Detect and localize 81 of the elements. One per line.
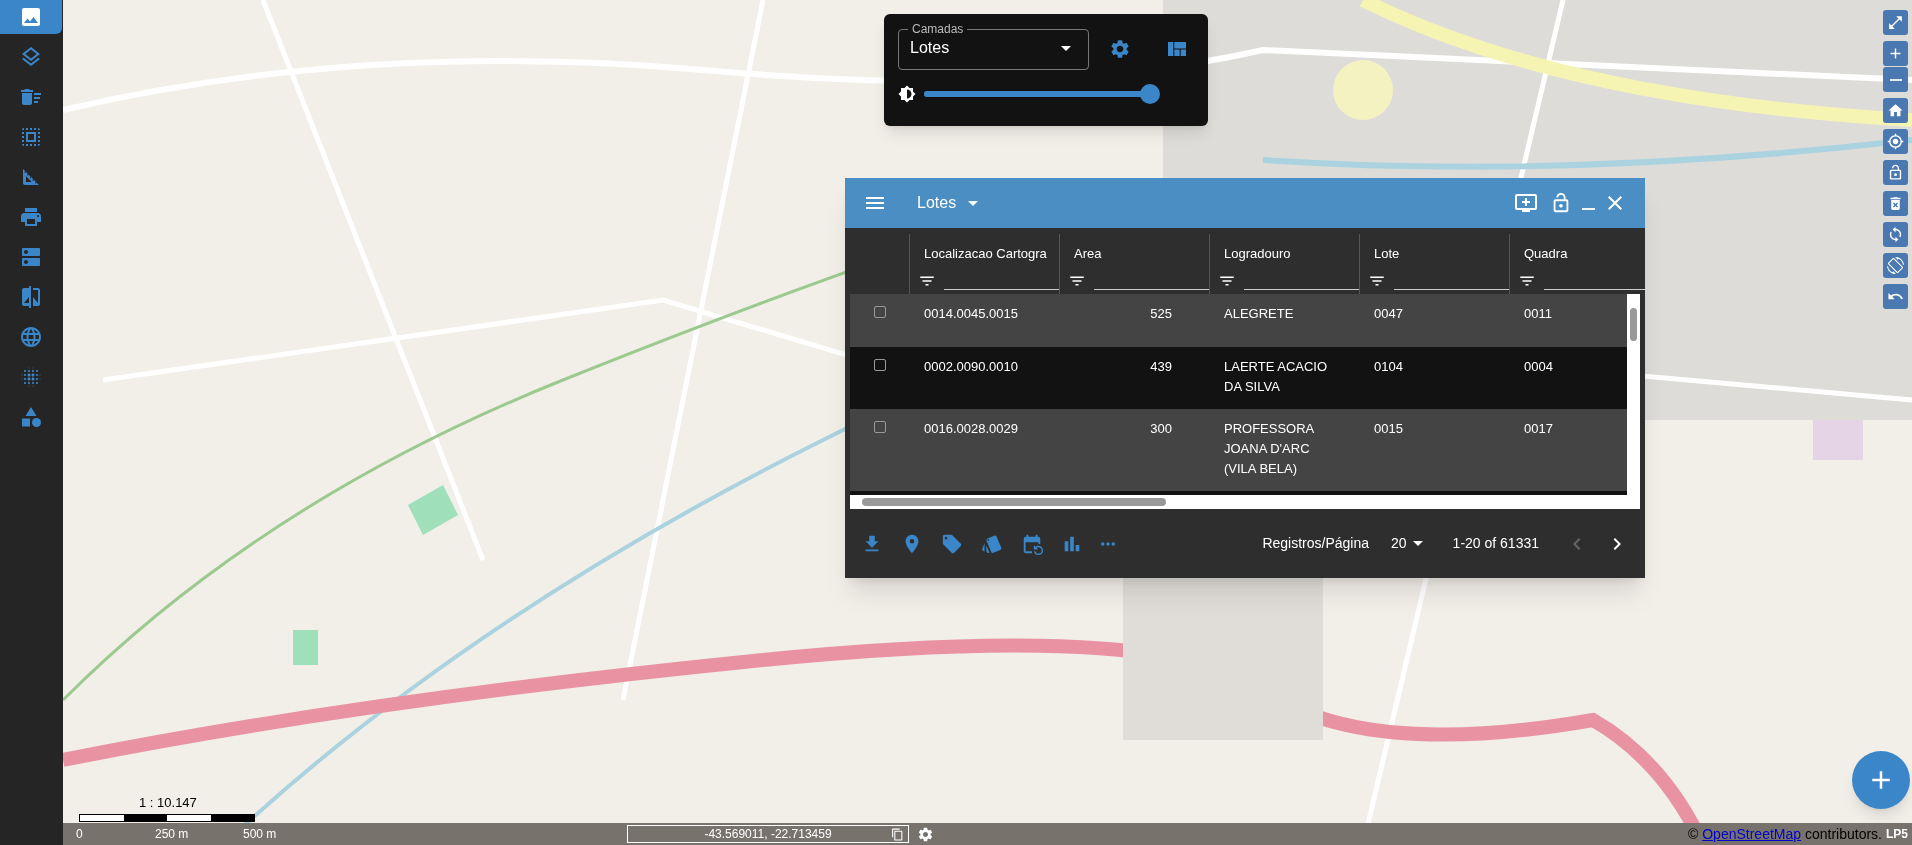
sidebar-button[interactable] [0,0,62,34]
copy-icon[interactable] [891,827,904,841]
table-cell: 0011 [1524,306,1552,321]
scale-ratio: 1 : 10.147 [139,793,197,812]
scale-label: 250 m [155,826,189,842]
toolbar-button[interactable] [1021,532,1043,555]
map-tool-button[interactable] [1883,67,1908,92]
minimize-icon [1582,208,1595,210]
calendar-sync-icon [1021,532,1043,555]
add-to-screen-button[interactable] [1514,191,1538,215]
column-header[interactable]: Localizacao Cartogra [924,244,1059,264]
crosshair-icon [1887,133,1904,150]
attribution-text: © OpenStreetMap contributors. [1688,824,1882,844]
table-cell: 300 [1150,421,1172,436]
version-label: LP5 [1886,826,1908,843]
map-tool-button[interactable] [1883,10,1908,35]
row-checkbox[interactable] [874,359,886,371]
tag-icon [941,532,963,555]
opacity-slider[interactable] [924,84,1160,104]
scale-label: 0 [76,826,83,842]
column-header[interactable]: Logradouro [1224,244,1359,264]
table-row[interactable]: 0002.0090.0010 439 LAERTE ACACIO DA SILVA 0104 0004 [850,347,1627,409]
table-row[interactable]: 0014.0045.0015 525 ALEGRETE 0047 0011 [850,294,1627,347]
table-cell: 525 [1150,306,1172,321]
rows-per-page-label: Registros/Página [1262,534,1369,553]
map-tool-button[interactable] [1883,284,1908,309]
select-value: Lotes [910,38,951,58]
map-tool-button[interactable] [1883,191,1908,216]
row-checkbox[interactable] [874,421,886,433]
page-range: 1-20 of 61331 [1452,534,1539,553]
coordinates-text: -43.569011, -22.713459 [704,826,832,843]
settings-icon [1109,38,1132,60]
column-header[interactable]: Area [1074,244,1209,264]
column-header[interactable]: Quadra [1524,244,1645,264]
page-size-select[interactable]: 20 [1391,533,1423,554]
monitor-plus-icon [1514,191,1538,215]
table-row[interactable]: 0016.0028.0029 300 PROFESSORA JOANA D'ARC (VILA BELA) 0015 0017 [850,409,1627,491]
home-icon [1887,102,1904,119]
toolbar-button[interactable] [941,532,963,555]
scale-label: 500 m [243,826,277,842]
unlock-icon [1887,164,1904,181]
column-header[interactable]: Lote [1374,244,1509,264]
layer-select[interactable]: Camadas Lotes [898,22,1089,70]
map-tool-button[interactable] [1883,129,1908,154]
image-icon [19,5,43,29]
map-tool-button[interactable] [1883,160,1908,185]
map-tool-button[interactable] [1883,253,1908,278]
row-checkbox[interactable] [874,306,886,318]
map-tool-button[interactable] [1883,41,1908,66]
printer-icon [19,205,43,229]
table-cell: 0016.0028.0029 [924,421,1018,436]
toolbar-button[interactable] [1101,541,1115,546]
layer-dropdown[interactable]: Lotes [917,191,979,215]
map-tool-button[interactable] [1883,98,1908,123]
select-label: Camadas [911,22,965,36]
selection-icon [19,125,43,149]
table-cell: 0047 [1374,306,1403,321]
globe-icon [19,325,43,349]
table-cell: LAERTE ACACIO DA SILVA [1224,359,1328,394]
table-cell: 0017 [1524,421,1553,436]
table-cell: 0014.0045.0015 [924,306,1018,321]
caret-icon [1060,45,1071,51]
table-cell: 0004 [1524,359,1553,374]
compare-icon [19,285,43,309]
table-cell: 0104 [1374,359,1403,374]
table-cell: 439 [1150,359,1172,374]
shapes-icon [19,405,43,429]
table-cell: 0015 [1374,421,1403,436]
caret-icon [1412,541,1423,546]
zoom-out-icon [1889,78,1902,81]
map-tool-button[interactable] [1883,222,1908,247]
table-cell: ALEGRETE [1224,306,1294,321]
rotate-icon [1887,257,1904,274]
table-cell: PROFESSORA JOANA D'ARC (VILA BELA) [1224,421,1314,476]
settings-icon[interactable] [917,825,934,843]
more-icon [1101,541,1115,546]
expand-icon [1887,14,1904,31]
sync-icon [1887,226,1904,243]
caret-icon [968,200,979,206]
table-cell: 0002.0090.0010 [924,359,1018,374]
brightness-icon [898,85,916,103]
